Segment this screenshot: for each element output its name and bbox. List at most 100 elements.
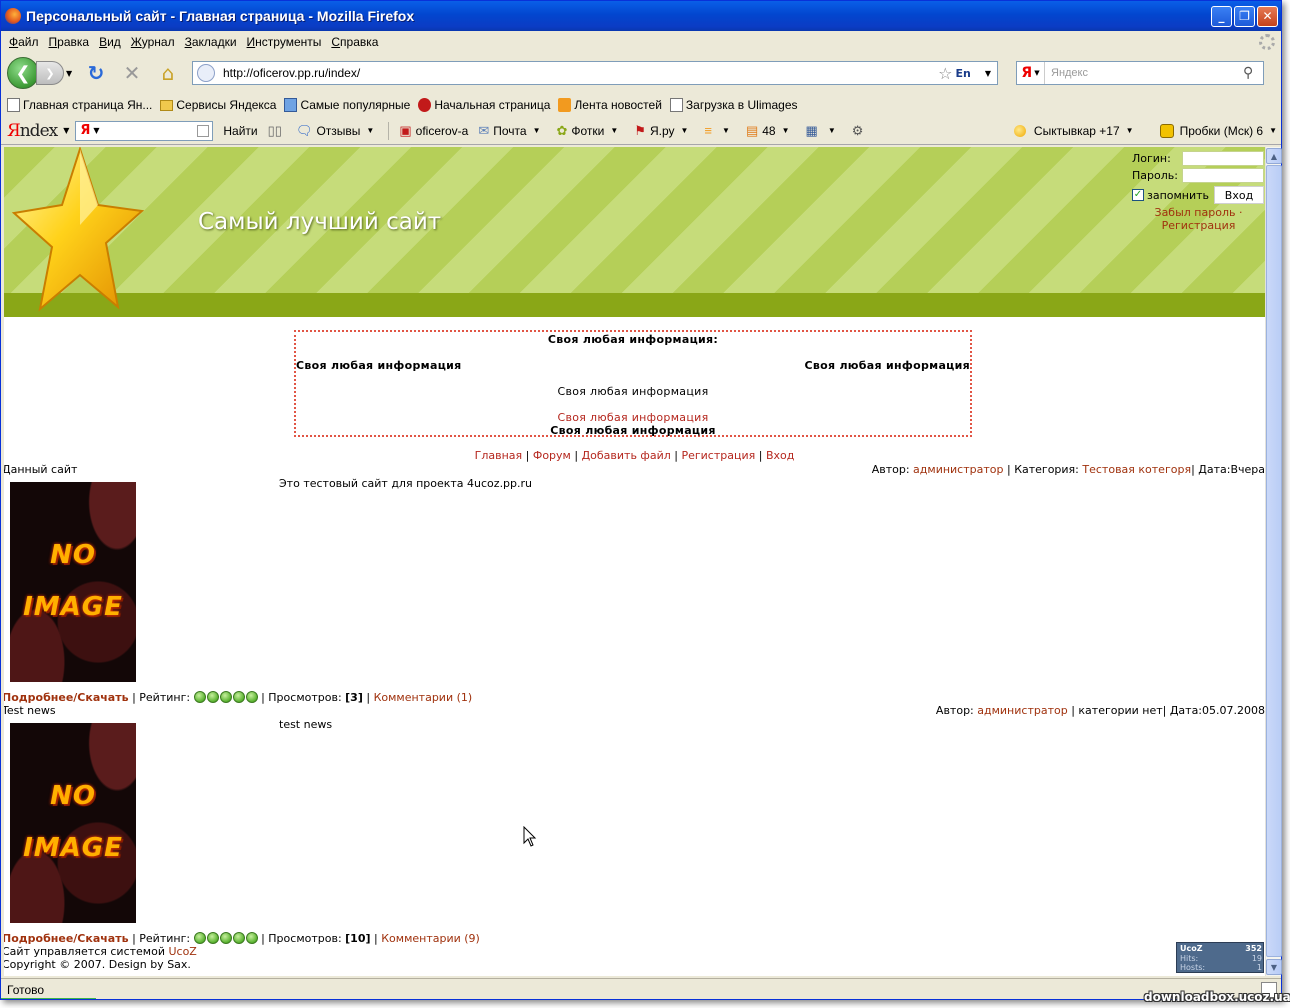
remember-label: запомнить: [1147, 188, 1210, 202]
comments-link[interactable]: Комментарии (9): [381, 932, 480, 945]
yaru-button[interactable]: ⚑ Я.ру ▼: [634, 123, 694, 139]
ucoz-counter[interactable]: UcoZ 352 Hits: 19 Hosts: 1: [1176, 942, 1264, 973]
search-magnifier-icon[interactable]: ⚲: [1243, 65, 1263, 81]
traffic-icon: [1159, 123, 1174, 138]
search-input[interactable]: Яндекс: [1045, 67, 1243, 79]
reload-button[interactable]: ↻: [80, 59, 112, 87]
site-nav: Главная | Форум | Добавить файл | Регист…: [474, 449, 795, 462]
vertical-scrollbar[interactable]: ▲ ▼: [1265, 147, 1282, 976]
reviews-button[interactable]: 🗨 Отзывы ▼: [296, 123, 380, 139]
nav-add-file[interactable]: Добавить файл: [582, 449, 671, 462]
menu-history[interactable]: Журнал: [127, 35, 181, 49]
feed-button[interactable]: ≡ ▼: [704, 123, 736, 138]
url-bar[interactable]: http://oficerov.pp.ru/index/ ☆ En ▼: [192, 61, 998, 85]
bookmark-news-feed[interactable]: Лента новостей: [558, 98, 662, 112]
url-text[interactable]: http://oficerov.pp.ru/index/: [223, 66, 938, 80]
bookmark-start-page[interactable]: Начальная страница: [418, 98, 550, 112]
register-link[interactable]: Регистрация: [1162, 219, 1236, 232]
comments-link[interactable]: Комментарии (1): [374, 691, 473, 704]
back-button[interactable]: ❮: [7, 57, 39, 89]
search-bar[interactable]: Я ▼ Яндекс ⚲: [1016, 61, 1264, 85]
minimize-button[interactable]: _: [1211, 5, 1232, 27]
count-button[interactable]: ▤ 48 ▼: [746, 123, 796, 139]
dropdown-icon: ▼: [532, 126, 541, 135]
settings-button[interactable]: ⚙: [852, 123, 868, 139]
login-input[interactable]: [1182, 151, 1264, 166]
menu-bookmarks[interactable]: Закладки: [181, 35, 243, 49]
photos-button[interactable]: ✿ Фотки ▼: [556, 123, 624, 139]
dropdown-icon: ▼: [680, 126, 689, 135]
bookmark-star-icon[interactable]: ☆: [938, 64, 952, 83]
no-image-thumbnail[interactable]: NO IMAGE: [10, 482, 136, 682]
site-title: Самый лучший сайт: [198, 209, 442, 235]
weather-button[interactable]: Сыктывкар +17 ▼: [1013, 124, 1140, 138]
user-button[interactable]: ▣ oficerov-a: [399, 123, 468, 139]
nav-login[interactable]: Вход: [766, 449, 794, 462]
scroll-up-button[interactable]: ▲: [1266, 148, 1282, 164]
entry-text: Это тестовый сайт для проекта 4ucoz.pp.r…: [279, 477, 533, 490]
dropdown-icon: ▼: [610, 126, 619, 135]
entry-author-link[interactable]: администратор: [977, 704, 1067, 717]
info-heading: Своя любая информация:: [547, 333, 719, 346]
status-progress: [1, 998, 96, 999]
scroll-down-button[interactable]: ▼: [1266, 959, 1282, 975]
info-link[interactable]: Своя любая информация: [296, 411, 970, 424]
feed-icon: ≡: [704, 123, 713, 138]
rating-stars[interactable]: [193, 932, 258, 944]
bookmark-yandex-home[interactable]: Главная страница Ян...: [7, 98, 152, 112]
login-submit-button[interactable]: Вход: [1214, 186, 1264, 204]
views-count: [3]: [345, 691, 363, 704]
signal-icon[interactable]: ▯▯: [268, 123, 286, 139]
entry-author-link[interactable]: администратор: [913, 463, 1003, 476]
bookmarks-sync-button[interactable]: ▦ ▼: [806, 123, 842, 139]
more-download-link[interactable]: Подробнее/Скачать: [4, 691, 129, 704]
history-dropdown-icon[interactable]: ▼: [66, 69, 76, 78]
no-image-thumbnail[interactable]: NO IMAGE: [10, 723, 136, 923]
firefox-logo-icon: [5, 8, 21, 24]
bookmark-ulimages[interactable]: Загрузка в Ulimages: [669, 98, 798, 112]
nav-forum[interactable]: Форум: [533, 449, 571, 462]
more-download-link[interactable]: Подробнее/Скачать: [4, 932, 129, 945]
bookmark-label: Начальная страница: [434, 98, 551, 112]
popular-icon: [284, 98, 298, 112]
find-button[interactable]: Найти: [223, 124, 257, 138]
menu-edit[interactable]: Правка: [45, 35, 96, 49]
forward-button[interactable]: ❯: [36, 61, 64, 85]
maximize-button[interactable]: ❐: [1234, 5, 1255, 27]
bookmark-yandex-services[interactable]: Сервисы Яндекса: [160, 98, 276, 112]
menu-file[interactable]: Файл: [5, 35, 45, 49]
site-identity-icon[interactable]: [197, 64, 215, 82]
url-dropdown-icon[interactable]: ▼: [985, 69, 991, 78]
nav-register[interactable]: Регистрация: [681, 449, 755, 462]
entry-title[interactable]: Test news: [4, 704, 56, 717]
folder-icon: [160, 99, 174, 111]
close-button[interactable]: ✕: [1257, 5, 1278, 27]
mail-button[interactable]: ✉ Почта ▼: [478, 123, 546, 139]
remember-checkbox[interactable]: ✓: [1132, 189, 1144, 201]
search-engine-button[interactable]: Я ▼: [1017, 62, 1045, 84]
entry-title[interactable]: Данный сайт: [4, 463, 77, 476]
entry-category-link[interactable]: Тестовая котегоря: [1082, 463, 1191, 476]
input-checkbox[interactable]: [197, 124, 210, 137]
traffic-button[interactable]: Пробки (Мск) 6 ▼: [1159, 123, 1277, 138]
forgot-password-link[interactable]: Забыл пароль: [1155, 206, 1236, 219]
scroll-thumb[interactable]: [1266, 165, 1282, 957]
yandex-search-input[interactable]: Я ▼: [75, 120, 214, 141]
menu-view[interactable]: Вид: [95, 35, 127, 49]
stop-button[interactable]: ✕: [116, 59, 148, 87]
home-button[interactable]: ⌂: [152, 59, 184, 87]
nav-home[interactable]: Главная: [475, 449, 523, 462]
language-indicator[interactable]: En: [955, 67, 970, 80]
menu-tools[interactable]: Инструменты: [243, 35, 328, 49]
dropdown-icon: ▼: [366, 126, 375, 135]
bookmark-label: Лента новостей: [574, 98, 662, 112]
yandex-logo[interactable]: Яndex: [7, 121, 58, 141]
menu-help[interactable]: Справка: [327, 35, 384, 49]
password-input[interactable]: [1182, 168, 1264, 183]
ucoz-link[interactable]: UcoZ: [168, 945, 196, 958]
yandex-menu-dropdown-icon[interactable]: ▼: [63, 126, 69, 135]
gear-icon: ⚙: [851, 122, 864, 138]
rating-stars[interactable]: [193, 691, 258, 703]
bookmark-most-popular[interactable]: Самые популярные: [284, 98, 410, 112]
password-label: Пароль:: [1132, 169, 1178, 182]
